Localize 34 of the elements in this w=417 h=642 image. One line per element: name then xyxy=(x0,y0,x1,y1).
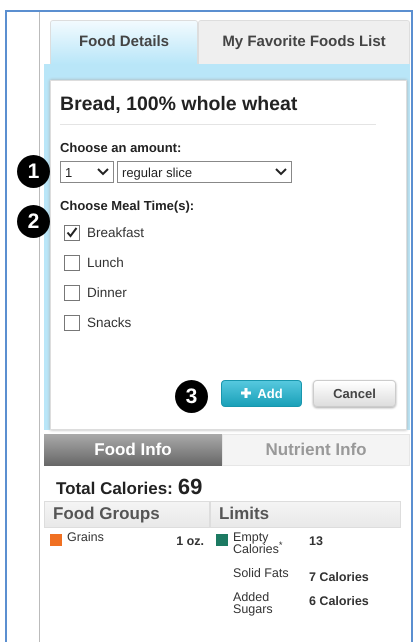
checkbox[interactable] xyxy=(64,314,80,331)
unit-select[interactable]: regular slice xyxy=(117,161,292,184)
row-value: 1 oz. xyxy=(176,532,204,550)
tab[interactable]: My Favorite Foods List xyxy=(198,20,410,64)
callout-marker: 2 xyxy=(17,205,50,238)
checkbox[interactable] xyxy=(64,284,80,301)
row-label: Solid Fats xyxy=(233,568,290,582)
checkbox-label: Snacks xyxy=(87,314,132,332)
chevron-down-icon xyxy=(275,168,287,176)
tab[interactable]: Food Info xyxy=(44,434,222,466)
food-title: Bread, 100% whole wheat xyxy=(60,92,376,125)
row-value: 7 Calories xyxy=(309,568,370,586)
amount-label: Choose an amount: xyxy=(60,138,182,157)
chevron-down-icon xyxy=(97,168,109,176)
row-value: 6 Calories xyxy=(309,593,370,610)
total-calories-label: Total Calories: xyxy=(56,478,173,498)
column-header: Limits xyxy=(210,500,401,528)
quantity-select[interactable]: 1 xyxy=(60,161,114,184)
total-calories-value: 69 xyxy=(178,474,202,498)
tab[interactable]: Food Details xyxy=(50,20,198,64)
checkbox[interactable] xyxy=(64,224,80,241)
row-label: Grains xyxy=(67,532,105,546)
row-label: Added Sugars xyxy=(233,592,274,616)
column-header: Food Groups xyxy=(44,500,210,528)
row-label: Empty Calories$^{*}$ xyxy=(233,532,284,556)
row-value: 13 xyxy=(309,532,324,550)
checkbox[interactable] xyxy=(64,254,80,271)
checkbox-label: Breakfast xyxy=(87,224,144,242)
callout-marker: 1 xyxy=(17,155,50,188)
meal-time-label: Choose Meal Time(s): xyxy=(60,197,196,216)
cancel-button[interactable]: Cancel xyxy=(313,380,396,407)
checkbox-label: Dinner xyxy=(87,284,127,302)
plus-icon xyxy=(240,387,252,400)
checkbox-label: Lunch xyxy=(87,254,124,272)
